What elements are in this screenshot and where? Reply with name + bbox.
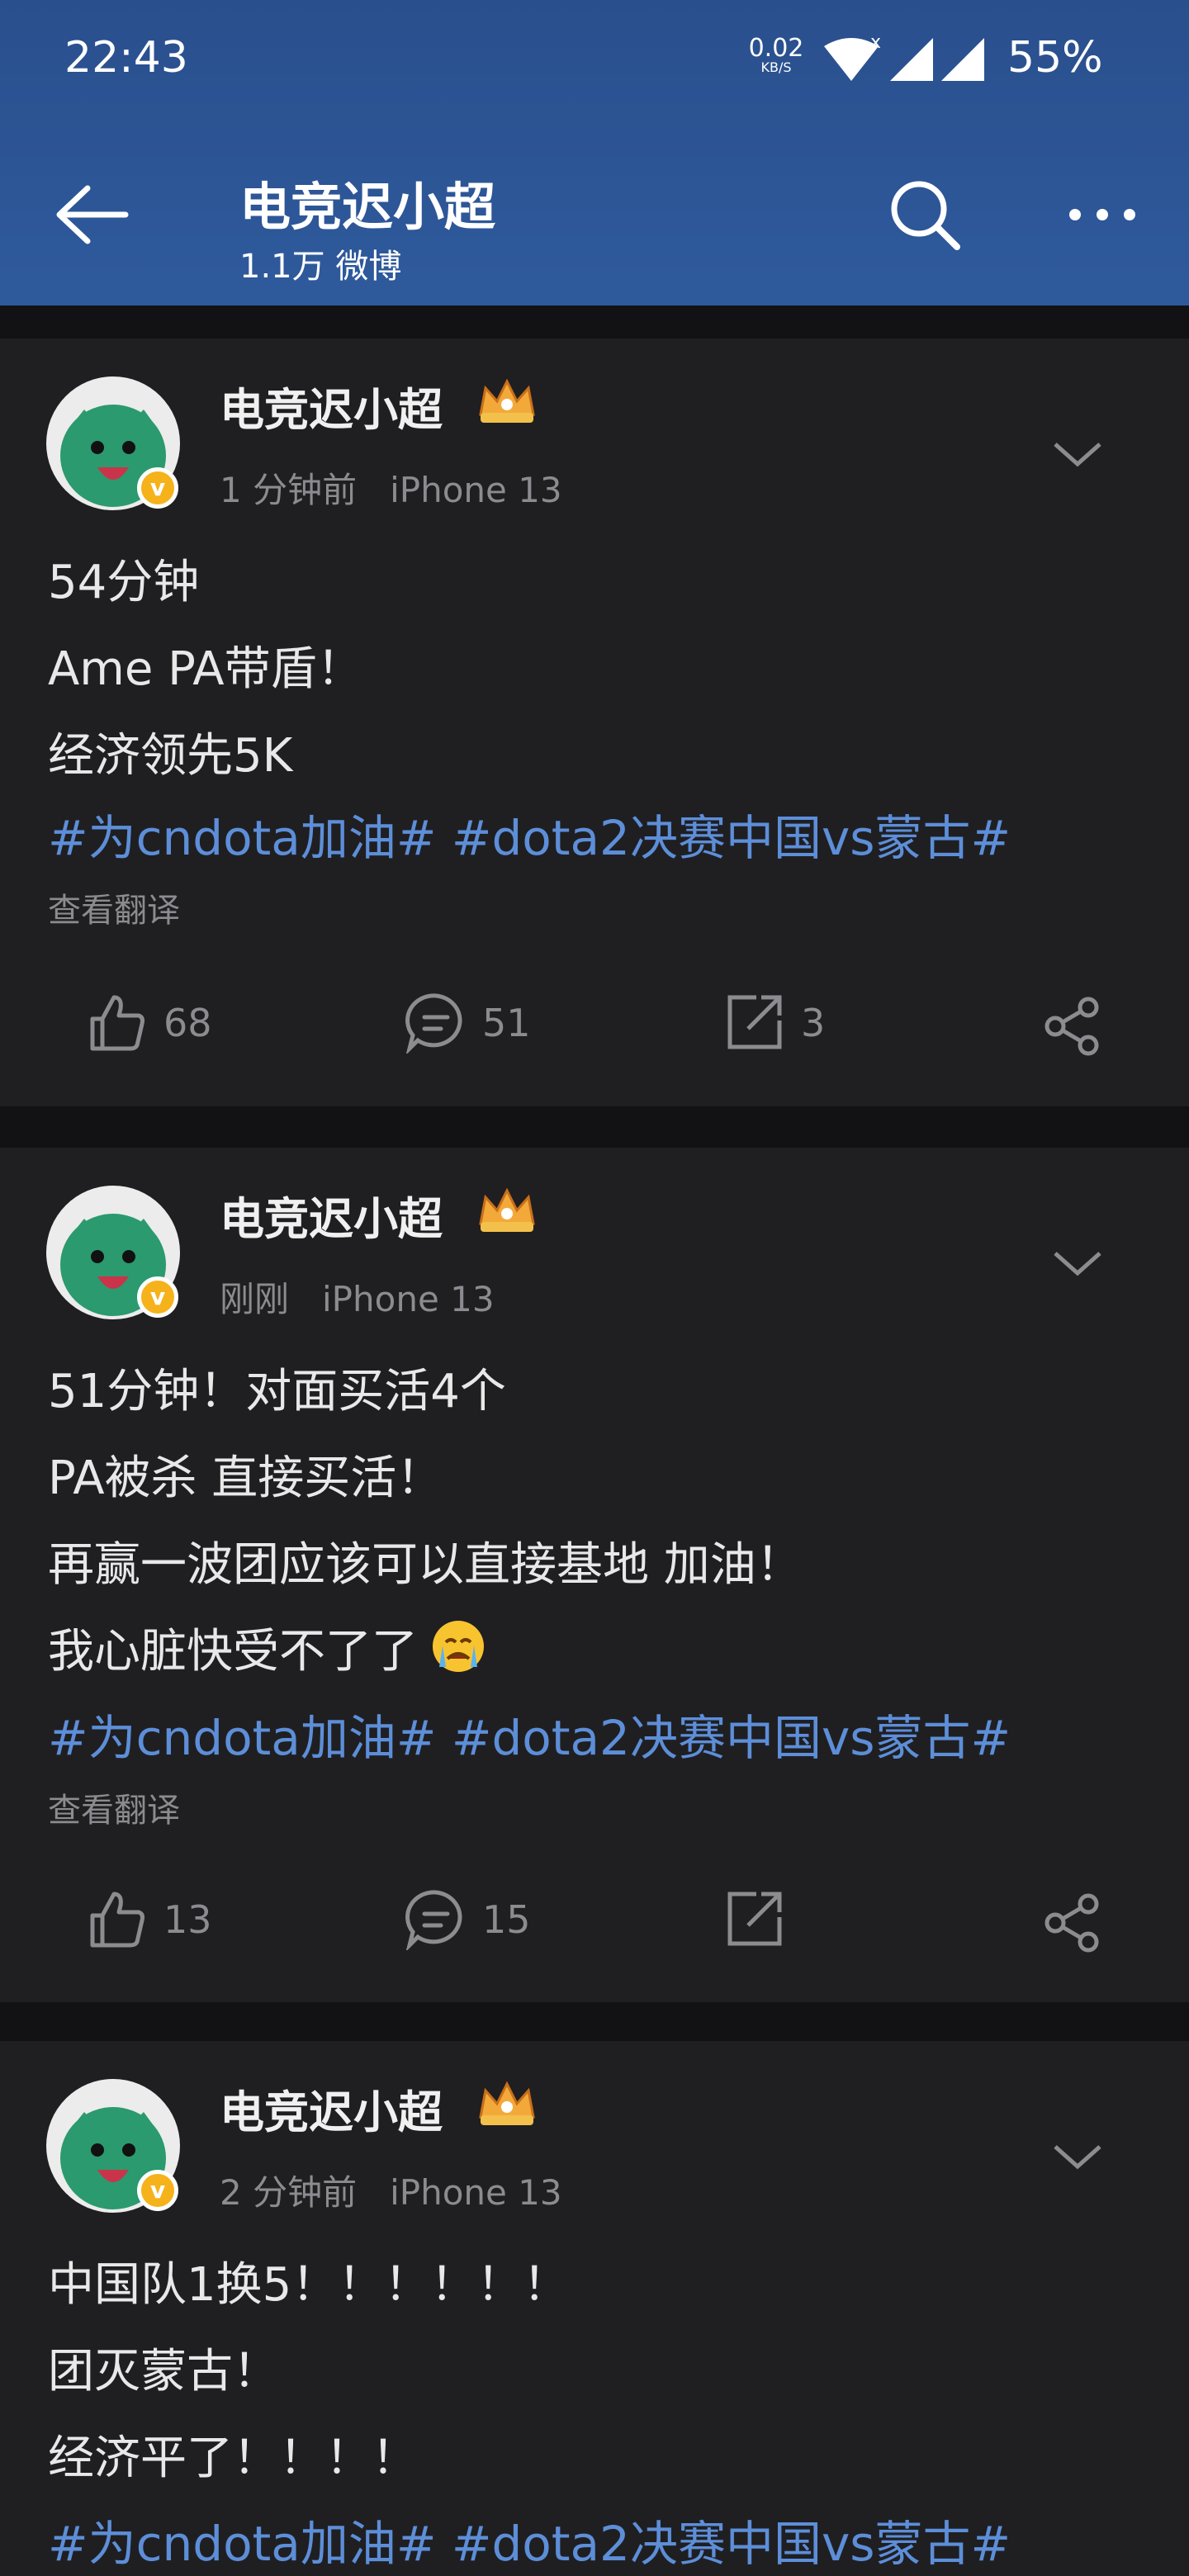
comment-count: 15 (482, 1897, 531, 1942)
repost-icon (727, 995, 782, 1049)
chevron-down-icon[interactable] (1049, 438, 1106, 471)
thumbs-up-icon (90, 1892, 144, 1948)
chevron-down-icon[interactable] (1049, 1247, 1106, 1280)
net-speed: 0.02 KB/S (748, 34, 804, 75)
post-text-line: 51分钟！对面买活4个 (48, 1365, 506, 1418)
post-card[interactable]: v 电竞迟小超 2 分钟前 iPhone 13 中国队1换5！！！！！！ 团灭蒙古… (0, 2041, 1189, 2576)
repost-button[interactable]: 3 (723, 991, 888, 1057)
post-text-line: Ame PA带盾！ (48, 642, 363, 696)
comment-icon (405, 1890, 462, 1953)
hashtag-links[interactable]: #为cndota加油# #dota2决赛中国vs蒙古# (48, 1699, 1011, 1769)
post-text-line: 经济领先5K (48, 729, 293, 783)
post-text-line: PA被杀 直接买活！ (48, 1451, 443, 1505)
author-name[interactable]: 电竞迟小超 (220, 373, 443, 438)
post-meta: 2 分钟前 iPhone 13 (220, 2165, 562, 2215)
repost-count: 3 (801, 1001, 826, 1045)
crown-badge-icon (479, 2081, 535, 2125)
author-name[interactable]: 电竞迟小超 (220, 2076, 443, 2141)
post-text-line: 团灭蒙古！ (48, 2345, 279, 2398)
view-translation-link[interactable]: 查看翻译 (48, 1783, 180, 1831)
post-text-line: 再赢一波团应该可以直接基地 加油！ (48, 1538, 803, 1592)
cell-signal-2-icon (941, 38, 984, 81)
like-button[interactable]: 13 (86, 1887, 251, 1953)
crying-emoji-icon (432, 1621, 484, 1672)
chevron-down-icon[interactable] (1049, 2140, 1106, 2173)
thumbs-up-icon (90, 995, 144, 1051)
post-text-line: 经济平了！！！！ (48, 2432, 418, 2485)
comment-button[interactable]: 51 (405, 991, 570, 1057)
crown-badge-icon (479, 1187, 535, 1232)
svg-text:x: x (870, 36, 880, 53)
repost-icon (727, 1892, 782, 1946)
battery-percent: 55% (1007, 33, 1103, 83)
post-device: iPhone 13 (390, 2172, 562, 2213)
post-meta: 1 分钟前 iPhone 13 (220, 462, 562, 513)
post-card[interactable]: v 电竞迟小超 刚刚 iPhone 13 51分钟！对面买活4个 PA被杀 直接买… (0, 1148, 1189, 2002)
post-meta: 刚刚 iPhone 13 (220, 1271, 495, 1322)
view-translation-link[interactable]: 查看翻译 (48, 883, 180, 931)
post-text: 我心脏快受不了了 (48, 1625, 418, 1679)
author-name[interactable]: 电竞迟小超 (220, 1182, 443, 1248)
status-time: 22:43 (64, 33, 188, 83)
post-text-line: 54分钟 (48, 556, 200, 609)
more-icon[interactable] (1065, 198, 1139, 231)
like-button[interactable]: 68 (86, 991, 251, 1057)
post-text-line: 中国队1换5！！！！！！ (48, 2258, 570, 2312)
wifi-icon: x (824, 36, 880, 81)
post-card[interactable]: v 电竞迟小超 1 分钟前 iPhone 13 54分钟 Ame PA带盾！ 经济… (0, 339, 1189, 1106)
status-bar: 22:43 0.02 KB/S x 55% (0, 0, 1189, 124)
search-icon[interactable] (888, 178, 962, 252)
share-icon[interactable] (1042, 1892, 1103, 1953)
top-header: 22:43 0.02 KB/S x 55% 电竞迟小超 1.1万 微博 (0, 0, 1189, 305)
verified-badge-icon: v (137, 467, 178, 509)
post-time: 1 分钟前 (220, 470, 358, 510)
share-icon[interactable] (1042, 996, 1103, 1057)
hashtag-links[interactable]: #为cndota加油# #dota2决赛中国vs蒙古# (48, 799, 1011, 869)
like-count: 13 (163, 1897, 212, 1942)
verified-badge-icon: v (137, 2170, 178, 2211)
post-text-line-with-emoji: 我心脏快受不了了 (48, 1614, 484, 1681)
comment-button[interactable]: 15 (405, 1887, 570, 1953)
post-device: iPhone 13 (322, 1279, 495, 1319)
hashtag-links[interactable]: #为cndota加油# #dota2决赛中国vs蒙古# (48, 2505, 1011, 2574)
comment-icon (405, 993, 462, 1056)
crown-badge-icon (479, 378, 535, 423)
repost-button[interactable] (723, 1887, 888, 1953)
verified-badge-icon: v (137, 1276, 178, 1318)
post-time: 刚刚 (220, 1279, 290, 1319)
cell-signal-icon (890, 38, 933, 81)
like-count: 68 (163, 1001, 212, 1045)
post-device: iPhone 13 (390, 470, 562, 510)
comment-count: 51 (482, 1001, 531, 1045)
post-time: 2 分钟前 (220, 2172, 358, 2213)
page-subtitle: 1.1万 微博 (239, 248, 402, 286)
page-title: 电竞迟小超 (239, 177, 496, 237)
back-arrow-icon[interactable] (54, 182, 130, 248)
